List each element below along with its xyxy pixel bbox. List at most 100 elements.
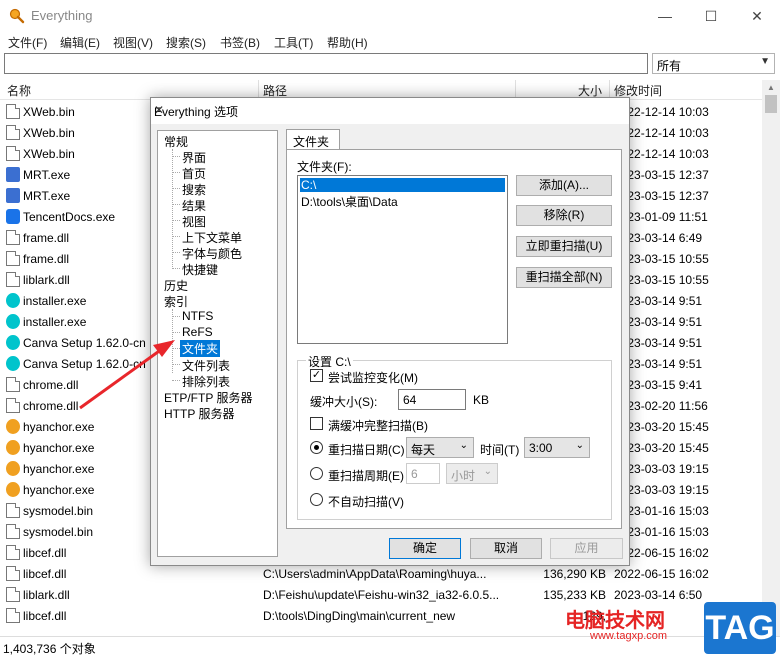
file-name: sysmodel.bin bbox=[23, 525, 94, 539]
file-name: installer.exe bbox=[23, 315, 87, 329]
menu-tools[interactable]: 工具(T) bbox=[274, 34, 313, 51]
file-name: liblark.dll bbox=[23, 273, 70, 287]
tree-item-history[interactable]: 历史 bbox=[164, 277, 188, 294]
canva-icon bbox=[6, 314, 20, 329]
file-icon bbox=[6, 503, 20, 518]
chevron-down-icon: ▼ bbox=[760, 56, 770, 67]
tree-item-http-server[interactable]: HTTP 服务器 bbox=[164, 405, 234, 422]
tree-item-context-menu[interactable]: 上下文菜单 bbox=[182, 229, 242, 246]
full-buffer-checkbox[interactable] bbox=[310, 417, 323, 430]
add-folder-button[interactable]: 添加(A)... bbox=[516, 175, 612, 196]
table-row[interactable]: libcef.dll C:\Users\admin\AppData\Roaming… bbox=[0, 563, 762, 584]
period-input[interactable] bbox=[406, 463, 440, 484]
rescan-date-select[interactable]: 每天 ⌄ bbox=[406, 437, 474, 458]
maximize-button[interactable]: ☐ bbox=[688, 0, 734, 32]
file-icon bbox=[6, 125, 20, 140]
full-buffer-label: 满缓冲完整扫描(B) bbox=[328, 419, 428, 433]
chevron-down-icon: ⌄ bbox=[459, 440, 468, 451]
file-name: libcef.dll bbox=[23, 609, 67, 623]
file-name: installer.exe bbox=[23, 294, 87, 308]
tree-item-etp-server[interactable]: ETP/FTP 服务器 bbox=[164, 389, 252, 406]
menu-file[interactable]: 文件(F) bbox=[8, 34, 47, 51]
monitor-checkbox[interactable]: ✓ bbox=[310, 369, 323, 382]
hyanchor-icon bbox=[6, 482, 20, 497]
period-unit-select[interactable]: 小时 ⌄ bbox=[446, 463, 498, 484]
file-icon bbox=[6, 587, 20, 602]
folder-item[interactable]: C:\ bbox=[300, 178, 505, 192]
remove-folder-button[interactable]: 移除(R) bbox=[516, 205, 612, 226]
menu-bookmarks[interactable]: 书签(B) bbox=[220, 34, 260, 51]
column-name[interactable]: 名称 bbox=[7, 82, 31, 99]
tree-item-shortcuts[interactable]: 快捷键 bbox=[182, 261, 218, 278]
tree-guide bbox=[172, 316, 180, 317]
filter-value: 所有 bbox=[657, 59, 682, 73]
canva-icon bbox=[6, 335, 20, 350]
folders-listbox[interactable]: C:\ D:\tools\桌面\Data bbox=[297, 175, 508, 344]
close-button[interactable]: ✕ bbox=[734, 0, 780, 32]
tree-item-folders[interactable]: 文件夹 bbox=[180, 340, 221, 357]
watermark-url: www.tagxp.com bbox=[590, 630, 668, 642]
rescan-date-radio[interactable] bbox=[310, 441, 323, 454]
folder-item[interactable]: D:\tools\桌面\Data bbox=[300, 193, 505, 209]
maximize-icon: ☐ bbox=[704, 7, 718, 24]
file-name: hyanchor.exe bbox=[23, 420, 95, 434]
file-name: Canva Setup 1.62.0-cn bbox=[23, 357, 146, 371]
rescan-now-button[interactable]: 立即重扫描(U) bbox=[516, 236, 612, 257]
tree-item-general[interactable]: 常规 bbox=[164, 133, 188, 150]
ok-button[interactable]: 确定 bbox=[389, 538, 461, 559]
tree-item-index[interactable]: 索引 bbox=[164, 293, 188, 310]
buffer-size-input[interactable] bbox=[398, 389, 466, 410]
tree-guide bbox=[172, 156, 180, 157]
menu-search[interactable]: 搜索(S) bbox=[166, 34, 206, 51]
menu-view[interactable]: 视图(V) bbox=[113, 34, 153, 51]
menu-edit[interactable]: 编辑(E) bbox=[60, 34, 100, 51]
menu-help[interactable]: 帮助(H) bbox=[327, 34, 368, 51]
tree-item-interface[interactable]: 界面 bbox=[182, 149, 206, 166]
apply-button[interactable]: 应用 bbox=[550, 538, 623, 559]
tree-guide bbox=[172, 364, 180, 365]
rescan-all-button[interactable]: 重扫描全部(N) bbox=[516, 267, 612, 288]
canva-icon bbox=[6, 356, 20, 371]
exe-icon bbox=[6, 167, 20, 182]
no-auto-scan-radio[interactable] bbox=[310, 493, 323, 506]
folder-settings-group: 设置 C:\ ✓ 尝试监控变化(M) 缓冲大小(S): KB 满缓冲完整扫描(B… bbox=[297, 353, 612, 520]
dialog-close-icon[interactable]: ✕ bbox=[154, 103, 619, 117]
file-icon bbox=[6, 230, 20, 245]
tree-item-ntfs[interactable]: NTFS bbox=[182, 309, 213, 323]
buffer-size-label: 缓冲大小(S): bbox=[310, 395, 378, 409]
dialog-title-bar: Everything 选项 ✕ bbox=[151, 98, 629, 124]
hyanchor-icon bbox=[6, 419, 20, 434]
tree-item-exclude[interactable]: 排除列表 bbox=[182, 373, 230, 390]
minimize-button[interactable]: — bbox=[642, 0, 688, 32]
settings-group-title: 设置 C:\ bbox=[306, 353, 353, 370]
tree-item-refs[interactable]: ReFS bbox=[182, 325, 213, 339]
file-icon bbox=[6, 251, 20, 266]
search-input[interactable] bbox=[4, 53, 648, 74]
scroll-up-icon[interactable]: ▲ bbox=[767, 83, 775, 92]
time-select[interactable]: 3:00 ⌄ bbox=[524, 437, 590, 458]
file-size: 136,290 KB bbox=[543, 567, 606, 581]
filter-select[interactable]: 所有 ▼ bbox=[652, 53, 775, 74]
folders-label: 文件夹(F): bbox=[297, 160, 352, 174]
tree-item-view[interactable]: 视图 bbox=[182, 213, 206, 230]
file-date: 2023-03-14 6:50 bbox=[614, 588, 703, 602]
tree-item-file-lists[interactable]: 文件列表 bbox=[182, 357, 230, 374]
tree-item-search[interactable]: 搜索 bbox=[182, 181, 206, 198]
table-row[interactable]: liblark.dll D:\Feishu\update\Feishu-win32… bbox=[0, 584, 762, 605]
exe-icon bbox=[6, 188, 20, 203]
file-name: MRT.exe bbox=[23, 168, 71, 182]
tree-item-fonts-colors[interactable]: 字体与颜色 bbox=[182, 245, 242, 262]
file-name: libcef.dll bbox=[23, 567, 67, 581]
file-date: 2022-06-15 16:02 bbox=[614, 567, 709, 581]
tree-item-results[interactable]: 结果 bbox=[182, 197, 206, 214]
cancel-button[interactable]: 取消 bbox=[470, 538, 542, 559]
vertical-scrollbar[interactable]: ▲ ▼ bbox=[762, 80, 780, 636]
scrollbar-thumb[interactable] bbox=[765, 95, 777, 113]
chevron-down-icon: ⌄ bbox=[575, 440, 584, 451]
options-dialog: Everything 选项 ✕ 常规 界面 首页 搜索 结果 视图 上下文菜单 … bbox=[150, 97, 630, 566]
time-value: 3:00 bbox=[529, 441, 553, 455]
tree-item-home[interactable]: 首页 bbox=[182, 165, 206, 182]
rescan-period-radio[interactable] bbox=[310, 467, 323, 480]
tree-guide bbox=[172, 172, 180, 173]
tab-folders[interactable]: 文件夹 bbox=[286, 129, 340, 150]
